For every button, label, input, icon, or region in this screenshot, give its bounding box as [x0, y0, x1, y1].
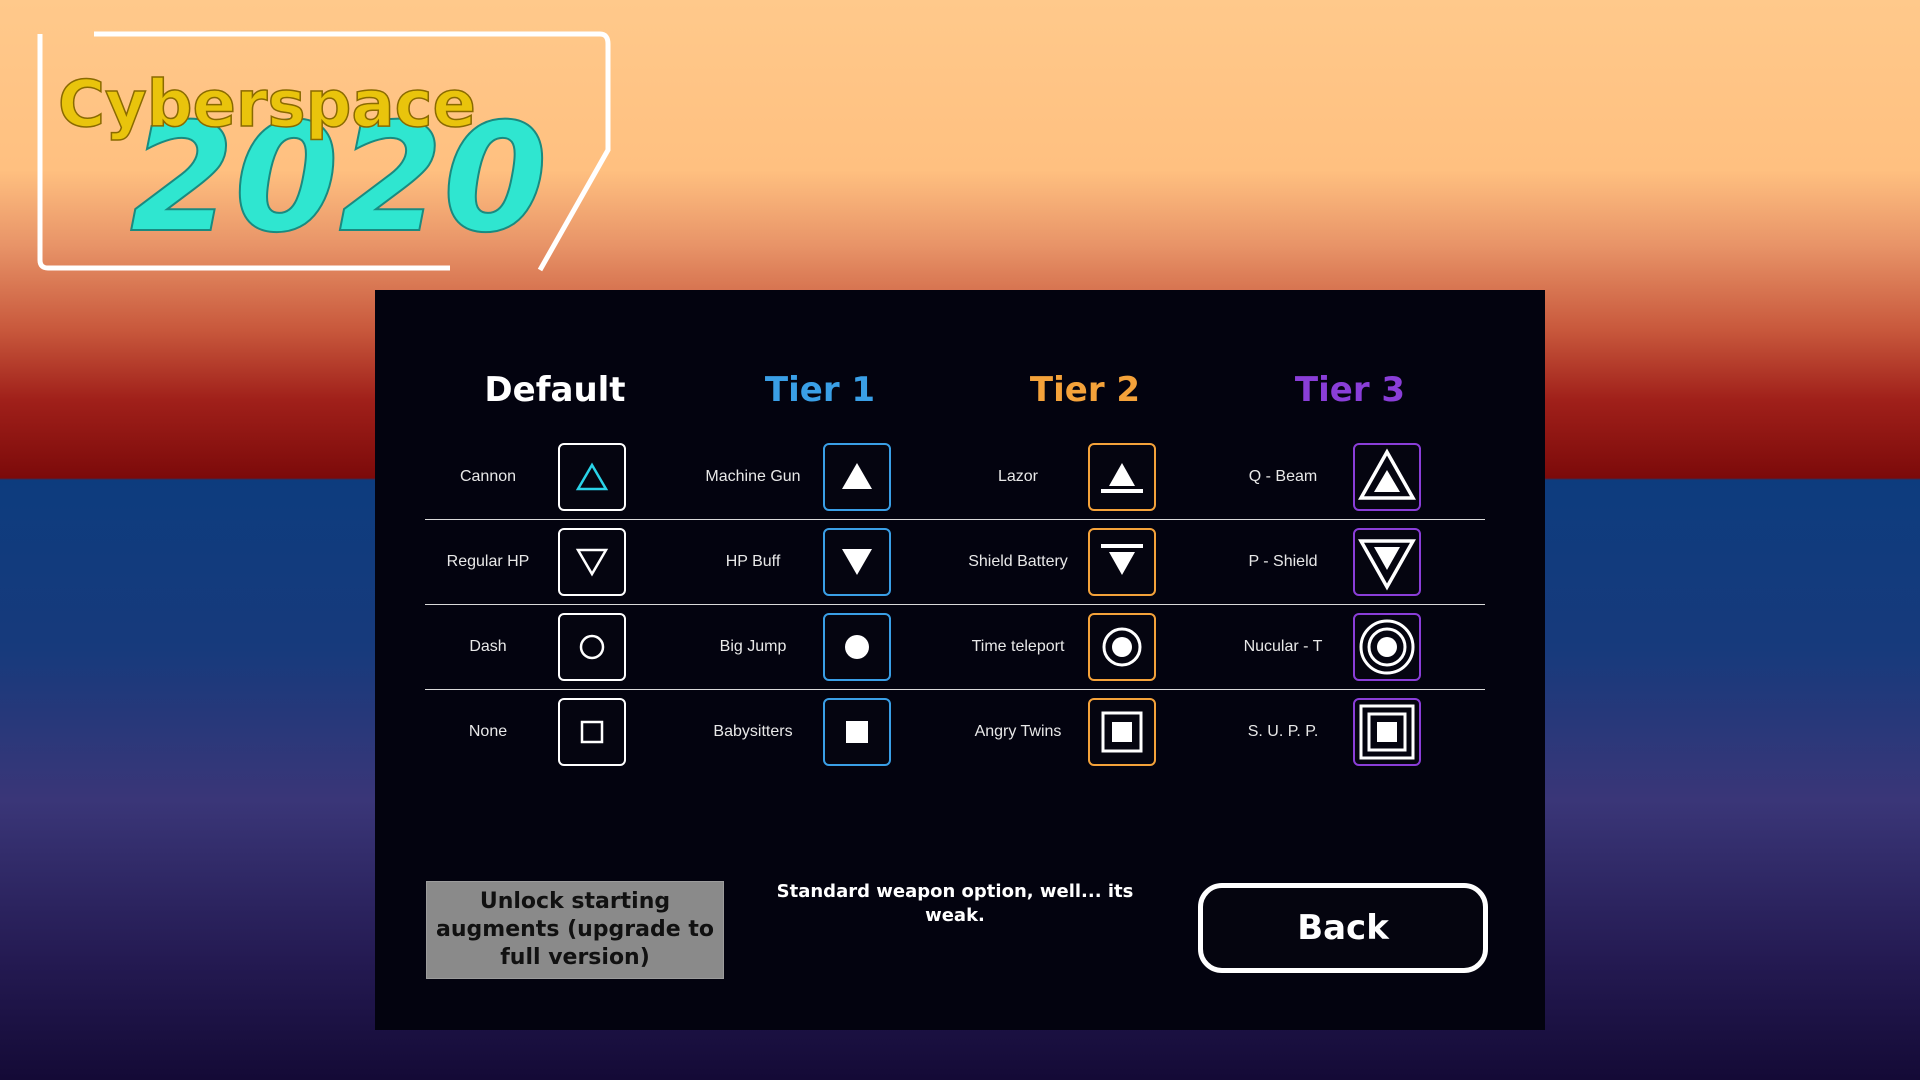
- triangle-up-double-icon: [1358, 448, 1416, 500]
- augment-button-s-u-p-p[interactable]: [1353, 698, 1421, 766]
- game-logo: 2020 Cyberspace: [30, 30, 620, 275]
- augment-button-none[interactable]: [558, 698, 626, 766]
- augment-label: Time teleport: [971, 638, 1065, 655]
- row-divider: [425, 604, 1485, 605]
- augment-label: Dash: [469, 638, 507, 655]
- row-divider: [425, 689, 1485, 690]
- augment-description: Standard weapon option, well... its weak…: [776, 881, 1134, 926]
- augment-label: Nucular - T: [1243, 638, 1323, 655]
- circle-filled-icon: [845, 635, 869, 659]
- augment-button-dash[interactable]: [558, 613, 626, 681]
- augment-button-shield-battery[interactable]: [1088, 528, 1156, 596]
- back-button[interactable]: Back: [1198, 883, 1488, 973]
- column-title-tier-1: Tier 1: [764, 370, 876, 410]
- augment-panel: Default Cannon Regular HP Dash None Tier 1 Mac…: [375, 290, 1545, 1030]
- augment-label: Regular HP: [446, 553, 530, 570]
- augment-button-lazor[interactable]: [1088, 443, 1156, 511]
- column-title-tier-2: Tier 2: [1029, 370, 1141, 410]
- triangle-down-filled-icon: [842, 549, 872, 575]
- square-double-frame-icon: [1359, 704, 1415, 760]
- column-title-tier-3: Tier 3: [1294, 370, 1406, 410]
- triangle-up-base-icon: [1101, 463, 1143, 493]
- augment-label: Q - Beam: [1248, 468, 1318, 485]
- square-framed-icon: [1101, 711, 1143, 753]
- triangle-down-bar-icon: [1101, 544, 1143, 575]
- circle-double-ring-icon: [1359, 619, 1415, 675]
- triangle-down-outline-icon: [575, 548, 609, 577]
- augment-label: Big Jump: [719, 638, 787, 655]
- augment-label: HP Buff: [725, 553, 781, 570]
- augment-button-q-beam[interactable]: [1353, 443, 1421, 511]
- augment-button-time-teleport[interactable]: [1088, 613, 1156, 681]
- augment-button-big-jump[interactable]: [823, 613, 891, 681]
- augment-label: Lazor: [997, 468, 1039, 485]
- augment-label: Shield Battery: [968, 553, 1068, 570]
- unlock-augments-button[interactable]: Unlock starting augments (upgrade to ful…: [426, 881, 724, 979]
- augment-button-nucular-t[interactable]: [1353, 613, 1421, 681]
- augment-button-babysitters[interactable]: [823, 698, 891, 766]
- row-divider: [425, 519, 1485, 520]
- augment-button-p-shield[interactable]: [1353, 528, 1421, 596]
- augment-label: None: [468, 723, 508, 740]
- augment-button-machine-gun[interactable]: [823, 443, 891, 511]
- augment-button-angry-twins[interactable]: [1088, 698, 1156, 766]
- triangle-up-outline-icon: [575, 462, 609, 491]
- augment-label: Babysitters: [713, 723, 793, 740]
- square-filled-icon: [846, 721, 868, 743]
- logo-line1: Cyberspace: [58, 68, 476, 142]
- augment-button-regular-hp[interactable]: [558, 528, 626, 596]
- column-title-default: Default: [484, 370, 626, 410]
- augment-button-hp-buff[interactable]: [823, 528, 891, 596]
- circle-outline-icon: [579, 634, 605, 660]
- augment-label: P - Shield: [1248, 553, 1318, 570]
- augment-label: Machine Gun: [705, 468, 801, 485]
- augment-label: Angry Twins: [974, 723, 1062, 740]
- augment-label: Cannon: [459, 468, 517, 485]
- square-outline-icon: [580, 720, 604, 744]
- triangle-down-double-icon: [1358, 539, 1416, 591]
- circle-ringed-icon: [1102, 627, 1142, 667]
- augment-button-cannon[interactable]: [558, 443, 626, 511]
- triangle-up-filled-icon: [842, 463, 872, 489]
- augment-label: S. U. P. P.: [1247, 723, 1319, 740]
